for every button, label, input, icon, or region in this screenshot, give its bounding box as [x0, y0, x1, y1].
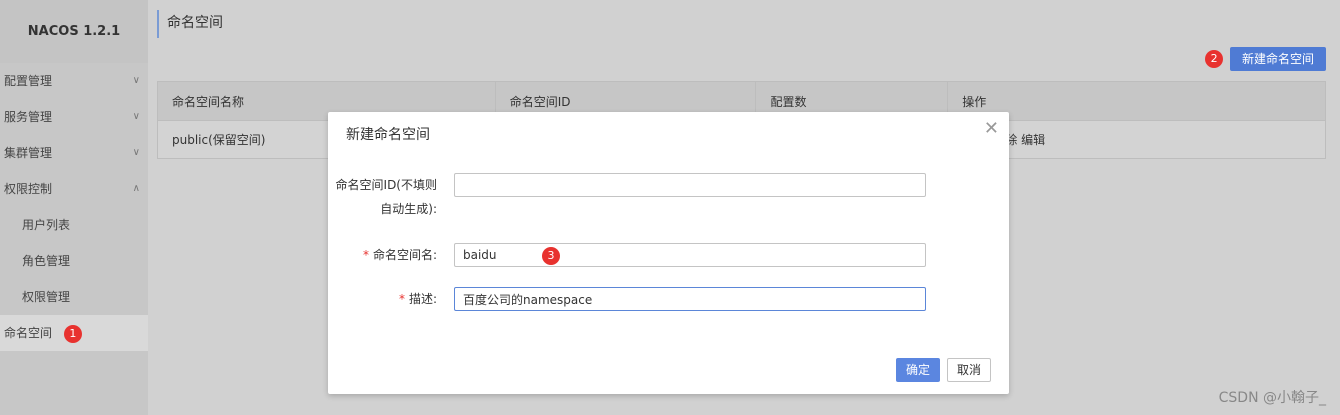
watermark: CSDN @小翰子_	[1218, 390, 1326, 406]
label-line: 自动生成):	[380, 202, 437, 216]
sidebar-item-label: 用户列表	[22, 218, 71, 232]
sidebar-item-label: 权限控制	[4, 182, 53, 196]
step-badge: 3	[542, 247, 560, 265]
label-line: 命名空间ID(不填则	[335, 178, 437, 192]
required-mark: *	[398, 292, 405, 306]
step-badge: 2	[1205, 50, 1224, 68]
label-text: 命名空间名:	[372, 248, 437, 262]
step-badge: 1	[63, 324, 82, 343]
cancel-button[interactable]: 取消	[947, 358, 991, 382]
field-label-description: * 描述:	[399, 287, 437, 311]
field-label-namespace-name: * 命名空间名:	[363, 243, 437, 267]
sidebar: NACOS 1.2.1 配置管理 ∨ 服务管理 ∨ 集群管理 ∨ 权限控制 ∧ …	[0, 0, 148, 415]
sidebar-item-label: 服务管理	[4, 110, 53, 124]
chevron-down-icon: ∨	[132, 111, 140, 122]
chevron-down-icon: ∨	[132, 147, 140, 158]
sidebar-item-namespace[interactable]: 命名空间 1	[0, 315, 148, 351]
new-namespace-dialog: 新建命名空间 ✕ 命名空间ID(不填则 自动生成): *命名空间名: 3 *描述…	[328, 112, 1009, 394]
sidebar-item-roles[interactable]: 角色管理	[0, 243, 148, 279]
dialog-title: 新建命名空间	[346, 127, 430, 143]
namespace-id-input[interactable]	[454, 173, 926, 197]
sidebar-item-permission[interactable]: 权限控制 ∧	[0, 171, 148, 207]
sidebar-item-cluster[interactable]: 集群管理 ∨	[0, 135, 148, 171]
sidebar-item-label: 权限管理	[22, 290, 71, 304]
sidebar-item-users[interactable]: 用户列表	[0, 207, 148, 243]
namespace-name-input[interactable]	[454, 243, 926, 267]
sidebar-item-service[interactable]: 服务管理 ∨	[0, 99, 148, 135]
sidebar-item-label: 配置管理	[4, 74, 53, 88]
confirm-button[interactable]: 确定	[896, 358, 940, 382]
chevron-up-icon: ∧	[132, 183, 140, 194]
required-mark: *	[362, 248, 369, 262]
sidebar-item-label: 角色管理	[22, 254, 71, 268]
description-input[interactable]	[454, 287, 926, 311]
new-namespace-button[interactable]: 新建命名空间	[1229, 47, 1326, 71]
app-logo: NACOS 1.2.1	[0, 0, 148, 63]
close-icon[interactable]: ✕	[984, 118, 999, 139]
field-label-namespace-id: 命名空间ID(不填则 自动生成):	[336, 173, 437, 221]
sidebar-item-config[interactable]: 配置管理 ∨	[0, 63, 148, 99]
label-text: 描述:	[408, 292, 437, 306]
sidebar-item-label: 集群管理	[4, 146, 53, 160]
sidebar-item-label: 命名空间	[4, 326, 53, 340]
toolbar: 2 新建命名空间	[1205, 47, 1326, 71]
sidebar-item-permissions[interactable]: 权限管理	[0, 279, 148, 315]
page-title: 命名空间	[157, 10, 223, 38]
chevron-down-icon: ∨	[132, 75, 140, 86]
